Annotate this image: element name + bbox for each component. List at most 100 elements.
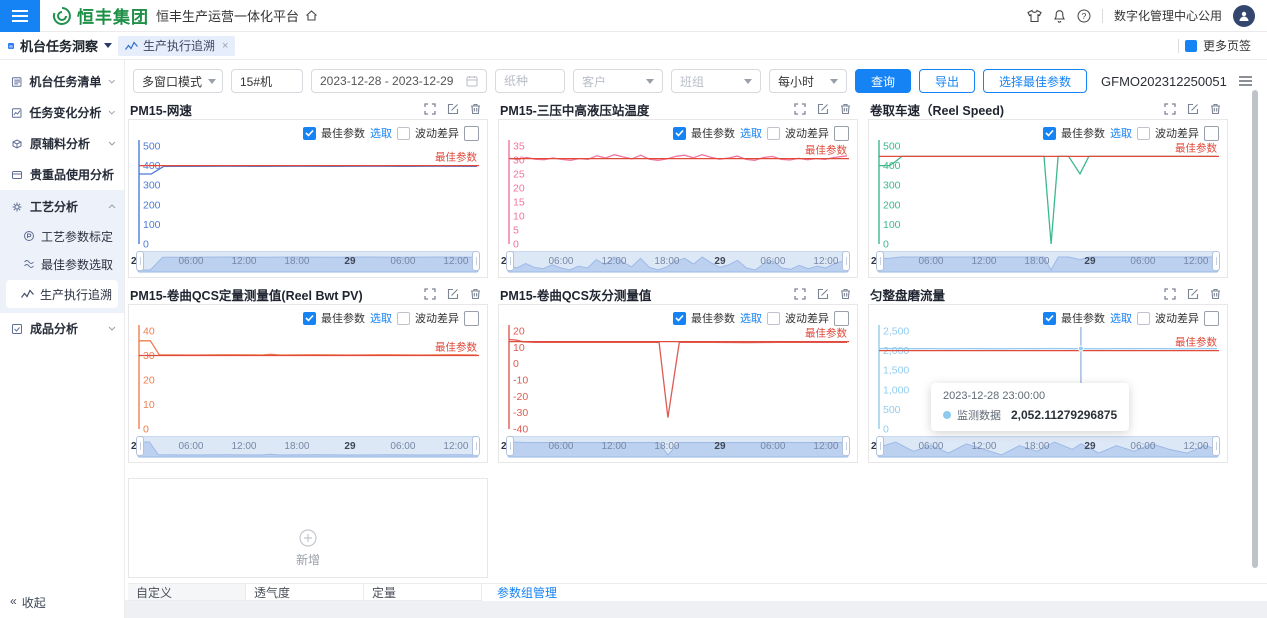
sidebar-item-best-param-pick[interactable]: 最佳参数选取 (0, 250, 124, 278)
brush-handle-right[interactable] (1212, 251, 1220, 271)
fluctuation-checkbox[interactable] (397, 312, 410, 325)
sidebar-item-raw-material[interactable]: 原辅料分析 (0, 128, 124, 159)
fluctuation-checkbox[interactable] (397, 127, 410, 140)
extra-checkbox[interactable] (834, 126, 849, 141)
bottom-tab-basis-weight[interactable]: 定量 (364, 584, 482, 601)
bottom-tab-custom[interactable]: 自定义 (128, 584, 246, 601)
delete-icon[interactable] (470, 288, 481, 300)
machine-input[interactable] (231, 69, 303, 93)
fluctuation-checkbox[interactable] (767, 312, 780, 325)
select-best-param-button[interactable]: 选择最佳参数 (983, 69, 1087, 93)
add-chart-panel-button[interactable]: 新增 (128, 478, 488, 578)
gear-icon (11, 201, 23, 213)
best-param-checkbox[interactable] (673, 127, 686, 140)
edit-icon[interactable] (817, 288, 829, 300)
param-group-manage-link[interactable]: 参数组管理 (482, 584, 557, 601)
brush-handle-left[interactable] (506, 436, 514, 456)
menu-toggle-button[interactable] (0, 0, 40, 32)
best-param-checkbox[interactable] (303, 312, 316, 325)
best-param-checkbox[interactable] (673, 312, 686, 325)
brush-handle-right[interactable] (472, 251, 480, 271)
pick-link[interactable]: 选取 (740, 125, 762, 141)
best-param-checkbox[interactable] (1043, 312, 1056, 325)
help-icon[interactable]: ? (1077, 9, 1091, 23)
delete-icon[interactable] (840, 288, 851, 300)
timeline-brush[interactable]: 2806:0012:0018:002906:0012:00 (877, 251, 1219, 273)
interval-select[interactable]: 每小时 (769, 69, 847, 93)
sidebar-item-task-change[interactable]: 任务变化分析 (0, 97, 124, 128)
timeline-brush[interactable]: 2806:0012:0018:002906:0012:00 (877, 436, 1219, 458)
brush-handle-left[interactable] (876, 251, 884, 271)
brush-handle-right[interactable] (842, 251, 850, 271)
timeline-brush[interactable]: 2806:0012:0018:002906:0012:00 (137, 436, 479, 458)
delete-icon[interactable] (1210, 103, 1221, 115)
sidebar-item-param-calibration[interactable]: 工艺参数标定 (0, 222, 124, 250)
fullscreen-icon[interactable] (424, 103, 436, 115)
date-range-picker[interactable]: 2023-12-28 - 2023-12-29 (311, 69, 487, 93)
extra-checkbox[interactable] (1204, 126, 1219, 141)
brush-handle-right[interactable] (1212, 436, 1220, 456)
timeline-brush[interactable]: 2806:0012:0018:002906:0012:00 (507, 436, 849, 458)
export-button[interactable]: 导出 (919, 69, 975, 93)
edit-icon[interactable] (1187, 288, 1199, 300)
edit-icon[interactable] (447, 103, 459, 115)
extra-checkbox[interactable] (464, 126, 479, 141)
brush-handle-left[interactable] (506, 251, 514, 271)
team-select[interactable]: 班组 (671, 69, 761, 93)
scrollbar-thumb[interactable] (1252, 90, 1258, 568)
timeline-brush[interactable]: 2806:0012:0018:002906:0012:00 (507, 251, 849, 273)
home-icon[interactable] (305, 9, 318, 22)
pick-link[interactable]: 选取 (1110, 310, 1132, 326)
sidebar-item-production-trace[interactable]: 生产执行追溯 (6, 280, 118, 308)
bell-icon[interactable] (1053, 9, 1066, 23)
paper-type-input[interactable] (495, 69, 565, 93)
pick-link[interactable]: 选取 (370, 310, 392, 326)
bottom-tab-permeability[interactable]: 透气度 (246, 584, 364, 601)
edit-icon[interactable] (447, 288, 459, 300)
timeline-brush[interactable]: 2806:0012:0018:002906:0012:00 (137, 251, 479, 273)
customer-select[interactable]: 客户 (573, 69, 663, 93)
edit-icon[interactable] (1187, 103, 1199, 115)
pick-link[interactable]: 选取 (370, 125, 392, 141)
fullscreen-icon[interactable] (1164, 288, 1176, 300)
sidebar-item-product-analysis[interactable]: 成品分析 (0, 313, 124, 344)
collapse-sidebar-button[interactable]: « 收起 (10, 594, 46, 611)
avatar[interactable] (1233, 5, 1255, 27)
pick-link[interactable]: 选取 (740, 310, 762, 326)
fluctuation-checkbox[interactable] (767, 127, 780, 140)
delete-icon[interactable] (470, 103, 481, 115)
fullscreen-icon[interactable] (794, 103, 806, 115)
module-switcher[interactable]: 机台任务洞察 (0, 36, 112, 55)
delete-icon[interactable] (840, 103, 851, 115)
edit-icon[interactable] (817, 103, 829, 115)
window-mode-select[interactable]: 多窗口模式 (133, 69, 223, 93)
panel-list-menu-icon[interactable] (1239, 80, 1252, 82)
brush-handle-left[interactable] (876, 436, 884, 456)
theme-shirt-icon[interactable] (1027, 9, 1042, 23)
pick-link[interactable]: 选取 (1110, 125, 1132, 141)
sidebar-item-process-analysis[interactable]: 工艺分析 (0, 191, 124, 222)
delete-icon[interactable] (1210, 288, 1221, 300)
query-button[interactable]: 查询 (855, 69, 911, 93)
more-tabs-button[interactable]: 更多页签 (1178, 37, 1267, 54)
best-param-checkbox[interactable] (1043, 127, 1056, 140)
fullscreen-icon[interactable] (424, 288, 436, 300)
extra-checkbox[interactable] (464, 311, 479, 326)
close-icon[interactable]: × (222, 40, 228, 52)
fluctuation-checkbox[interactable] (1137, 127, 1150, 140)
brush-handle-right[interactable] (472, 436, 480, 456)
sidebar-item-task-list[interactable]: 机台任务清单 (0, 66, 124, 97)
fullscreen-icon[interactable] (1164, 103, 1176, 115)
fluctuation-checkbox[interactable] (1137, 312, 1150, 325)
extra-checkbox[interactable] (1204, 311, 1219, 326)
tab-production-trace[interactable]: 生产执行追溯 × (118, 36, 235, 56)
collapse-label: 收起 (22, 594, 46, 611)
fullscreen-icon[interactable] (794, 288, 806, 300)
best-param-checkbox[interactable] (303, 127, 316, 140)
brush-handle-left[interactable] (136, 436, 144, 456)
circle-p-icon (23, 230, 35, 242)
brush-handle-right[interactable] (842, 436, 850, 456)
extra-checkbox[interactable] (834, 311, 849, 326)
brush-handle-left[interactable] (136, 251, 144, 271)
sidebar-item-valuables-usage[interactable]: 贵重品使用分析 (0, 159, 124, 190)
